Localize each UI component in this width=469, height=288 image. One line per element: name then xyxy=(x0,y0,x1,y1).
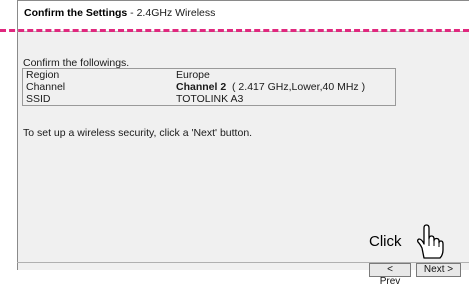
setting-value-text: TOTOLINK A3 xyxy=(176,93,244,105)
setting-value-text: Europe xyxy=(176,69,210,81)
setting-label: SSID xyxy=(22,93,173,106)
setting-label: Region xyxy=(22,68,173,81)
setting-value: Channel 2 ( 2.417 GHz,Lower,40 MHz ) xyxy=(173,81,396,93)
click-callout-label: Click xyxy=(369,233,402,250)
setting-value-text: ( 2.417 GHz,Lower,40 MHz ) xyxy=(226,81,366,93)
wizard-header: Confirm the Settings - 2.4GHz Wireless xyxy=(17,0,469,32)
setting-value-bold: Channel 2 xyxy=(176,81,227,93)
table-row: SSID TOTOLINK A3 xyxy=(22,93,396,106)
table-row: Region Europe xyxy=(22,68,396,81)
next-button[interactable]: Next > xyxy=(416,263,461,277)
setting-value: Europe xyxy=(173,68,396,81)
setting-value: TOTOLINK A3 xyxy=(173,93,396,106)
page-title-main: Confirm the Settings xyxy=(24,7,128,19)
prev-button[interactable]: < Prev xyxy=(369,263,411,287)
settings-table: Region Europe Channel Channel 2 ( 2.417 … xyxy=(22,68,396,106)
page-title: Confirm the Settings - 2.4GHz Wireless xyxy=(24,7,215,19)
table-row: Channel Channel 2 ( 2.417 GHz,Lower,40 M… xyxy=(22,81,396,93)
setting-label: Channel xyxy=(22,81,173,93)
instruction-text: To set up a wireless security, click a '… xyxy=(23,127,253,139)
dashed-divider xyxy=(0,29,469,32)
pointing-hand-icon xyxy=(417,224,444,259)
page-title-sub: - 2.4GHz Wireless xyxy=(127,7,216,19)
